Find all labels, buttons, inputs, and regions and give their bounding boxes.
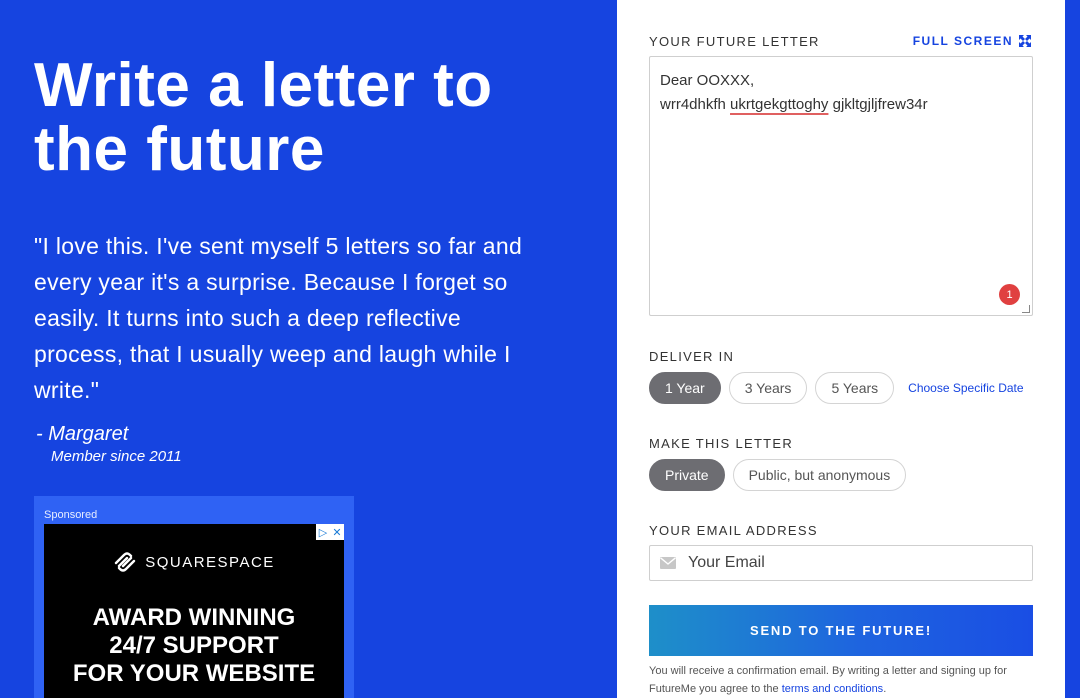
right-edge bbox=[1065, 0, 1080, 698]
letter-text: wrr4dhkfh bbox=[660, 96, 731, 113]
misspelled-word[interactable]: ukrtgekgttoghy bbox=[730, 96, 828, 113]
send-to-future-button[interactable]: SEND TO THE FUTURE! bbox=[649, 605, 1033, 656]
ad-banner[interactable]: ▷ ✕ SQUARESPACE AWARD WINNING 24/7 SUPPO… bbox=[44, 524, 344, 698]
choose-specific-date-link[interactable]: Choose Specific Date bbox=[908, 381, 1023, 395]
deliver-5-years-button[interactable]: 5 Years bbox=[815, 372, 895, 404]
letter-form-panel: YOUR FUTURE LETTER FULL SCREEN Dear OOXX… bbox=[617, 0, 1065, 698]
fullscreen-label: FULL SCREEN bbox=[912, 34, 1013, 48]
ad-headline-line: 24/7 SUPPORT bbox=[109, 632, 279, 659]
expand-icon bbox=[1019, 35, 1031, 47]
deliver-3-years-button[interactable]: 3 Years bbox=[728, 372, 808, 404]
letter-text: gjkltgjljfrew34r bbox=[828, 96, 928, 113]
email-label: YOUR EMAIL ADDRESS bbox=[649, 523, 818, 538]
letter-label: YOUR FUTURE LETTER bbox=[649, 34, 820, 49]
ad-headline: AWARD WINNING 24/7 SUPPORT FOR YOUR WEBS… bbox=[44, 604, 344, 688]
ad-headline-line: FOR YOUR WEBSITE bbox=[72, 660, 316, 687]
hero-panel: Write a letter to the future "I love thi… bbox=[0, 0, 617, 698]
public-anonymous-button[interactable]: Public, but anonymous bbox=[732, 459, 907, 491]
privacy-label: MAKE THIS LETTER bbox=[649, 436, 794, 451]
page-title: Write a letter to the future bbox=[34, 51, 493, 184]
ad-headline-line: AWARD WINNING bbox=[92, 604, 296, 631]
deliver-1-year-button[interactable]: 1 Year bbox=[649, 372, 721, 404]
privacy-options: Private Public, but anonymous bbox=[649, 459, 907, 491]
ad-sponsored-label: Sponsored bbox=[44, 509, 98, 521]
deliver-label: DELIVER IN bbox=[649, 349, 735, 364]
email-input[interactable] bbox=[688, 554, 1018, 572]
letter-line: wrr4dhkfh ukrtgekgttoghy gjkltgjljfrew34… bbox=[660, 93, 1022, 117]
letter-textarea[interactable]: Dear OOXXX, wrr4dhkfh ukrtgekgttoghy gjk… bbox=[649, 56, 1033, 316]
fullscreen-button[interactable]: FULL SCREEN bbox=[913, 34, 1031, 48]
adchoices-icon[interactable]: ▷ bbox=[316, 524, 330, 540]
sponsored-ad: Sponsored ▷ ✕ SQUARESPACE AWARD WINNING … bbox=[34, 496, 354, 698]
spellcheck-error-badge[interactable]: 1 bbox=[999, 284, 1020, 305]
resize-handle[interactable] bbox=[1022, 305, 1030, 313]
ad-brand: SQUARESPACE bbox=[44, 552, 344, 572]
testimonial-quote: "I love this. I've sent myself 5 letters… bbox=[34, 233, 523, 403]
squarespace-logo-icon bbox=[115, 552, 136, 572]
private-button[interactable]: Private bbox=[649, 459, 725, 491]
ad-choices[interactable]: ▷ ✕ bbox=[316, 524, 344, 540]
envelope-icon bbox=[660, 557, 676, 569]
testimonial-author: - Margaret bbox=[36, 423, 129, 445]
terms-link[interactable]: terms and conditions bbox=[782, 683, 884, 695]
letter-line: Dear OOXXX, bbox=[660, 72, 755, 89]
email-field-wrapper bbox=[649, 545, 1033, 581]
close-icon[interactable]: ✕ bbox=[330, 524, 344, 540]
footnote-end: . bbox=[883, 683, 887, 695]
testimonial-member-since: Member since 2011 bbox=[51, 448, 182, 465]
confirmation-footnote: You will receive a confirmation email. B… bbox=[649, 662, 1039, 698]
deliver-options: 1 Year 3 Years 5 Years Choose Specific D… bbox=[649, 372, 1024, 404]
ad-brand-name: SQUARESPACE bbox=[145, 553, 275, 571]
